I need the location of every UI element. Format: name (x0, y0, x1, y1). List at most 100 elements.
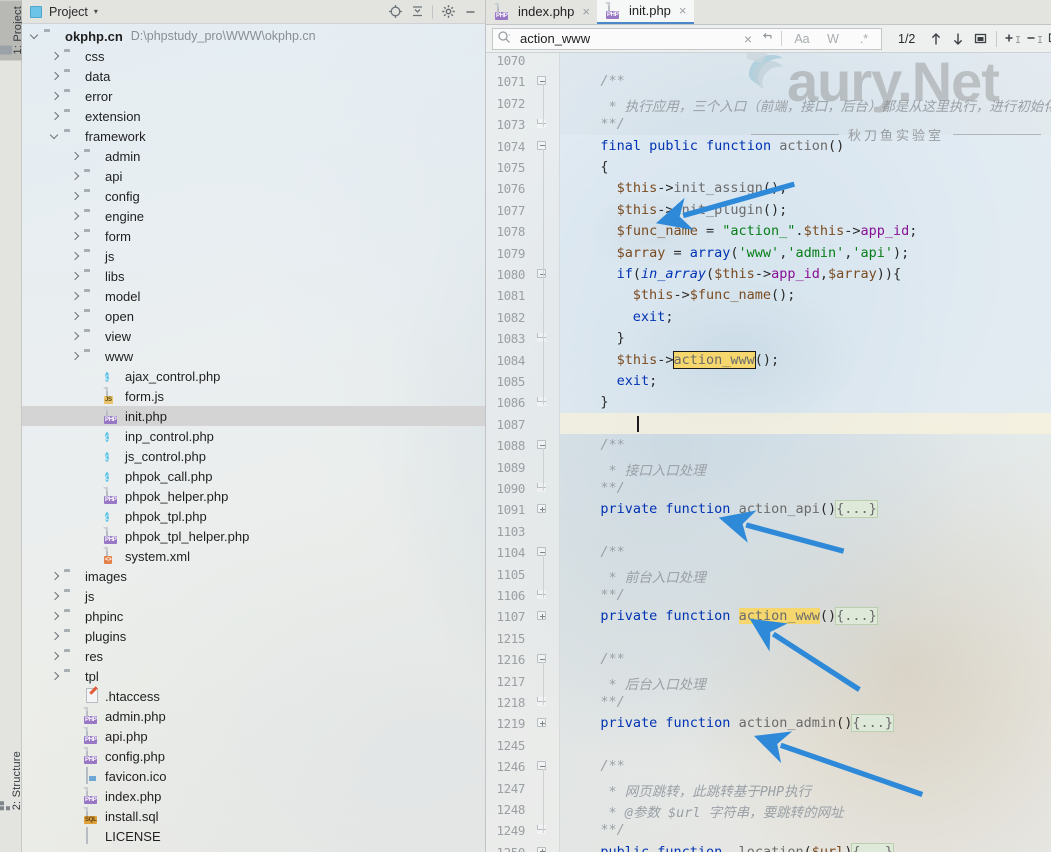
code-line[interactable]: $this->$func_name(); (560, 284, 1051, 305)
tree-item-inp-control-php[interactable]: cinp_control.php (22, 426, 485, 446)
code-line[interactable] (560, 53, 1051, 70)
tree-item-form-js[interactable]: JSform.js (22, 386, 485, 406)
folded-region[interactable]: {...} (852, 844, 893, 852)
folded-region[interactable]: {...} (836, 608, 877, 624)
clear-search-icon[interactable]: × (741, 31, 755, 47)
locate-icon[interactable] (384, 1, 406, 23)
code-line[interactable]: } (560, 391, 1051, 412)
tree-item-license[interactable]: LICENSE (22, 826, 485, 846)
tree-item-okphp-cn[interactable]: okphp.cnD:\phpstudy_pro\WWW\okphp.cn (22, 26, 485, 46)
tree-item-install-sql[interactable]: SQLinstall.sql (22, 806, 485, 826)
code-line[interactable]: * 后台入口处理 (560, 670, 1051, 691)
code-line[interactable] (560, 627, 1051, 648)
regex-toggle[interactable]: .* (851, 32, 877, 46)
tree-item-error[interactable]: error (22, 86, 485, 106)
chevron-down-icon[interactable] (50, 131, 61, 142)
tree-item--htaccess[interactable]: .htaccess (22, 686, 485, 706)
code-line[interactable]: private function action_api(){...} (560, 498, 1051, 519)
tree-item-admin-php[interactable]: PHPadmin.php (22, 706, 485, 726)
tree-item-framework[interactable]: framework (22, 126, 485, 146)
chevron-right-icon[interactable] (50, 571, 61, 582)
chevron-right-icon[interactable] (70, 211, 81, 222)
code-line[interactable]: * 执行应用，三个入口（前端，接口，后台）都是从这里执行，进行初始化处 (560, 92, 1051, 113)
chevron-right-icon[interactable] (70, 291, 81, 302)
tree-item-view[interactable]: view (22, 326, 485, 346)
gear-icon[interactable] (437, 1, 459, 23)
tree-item-images[interactable]: images (22, 566, 485, 586)
code-line[interactable]: * 网页跳转，此跳转基于PHP执行 (560, 777, 1051, 798)
code-line[interactable]: final public function action() (560, 135, 1051, 156)
chevron-right-icon[interactable] (50, 591, 61, 602)
code-line[interactable]: { (560, 156, 1051, 177)
expand-fold-icon[interactable] (537, 504, 548, 515)
editor-tab-init-php[interactable]: PHPinit.php× (597, 0, 694, 24)
tree-item-phpinc[interactable]: phpinc (22, 606, 485, 626)
chevron-right-icon[interactable] (70, 311, 81, 322)
select-all-occurrences-button[interactable] (1046, 28, 1051, 50)
code-line[interactable]: $this->init_plugin(); (560, 199, 1051, 220)
editor-tab-index-php[interactable]: PHPindex.php× (486, 0, 597, 24)
code-line[interactable]: /** (560, 434, 1051, 455)
tree-item-phpok-tpl-helper-php[interactable]: PHPphpok_tpl_helper.php (22, 526, 485, 546)
folded-region[interactable]: {...} (836, 501, 877, 517)
next-occurrence-button[interactable] (947, 28, 969, 50)
tree-item-res[interactable]: res (22, 646, 485, 666)
code-line[interactable]: private function action_www(){...} (560, 605, 1051, 626)
tree-item-config[interactable]: config (22, 186, 485, 206)
tree-item-css[interactable]: css (22, 46, 485, 66)
expand-fold-icon[interactable] (537, 611, 548, 622)
chevron-right-icon[interactable] (70, 171, 81, 182)
tree-item-data[interactable]: data (22, 66, 485, 86)
code-editor[interactable]: 1070107110721073107410751076107710781079… (486, 53, 1051, 852)
tree-item-engine[interactable]: engine (22, 206, 485, 226)
reset-icon[interactable] (760, 30, 774, 47)
tree-item-js[interactable]: js (22, 246, 485, 266)
line-number-gutter[interactable]: 1070107110721073107410751076107710781079… (486, 53, 560, 852)
tree-item-plugins[interactable]: plugins (22, 626, 485, 646)
tree-item-admin[interactable]: admin (22, 146, 485, 166)
tree-item-js-control-php[interactable]: cjs_control.php (22, 446, 485, 466)
words-toggle[interactable]: W (820, 32, 846, 46)
tree-item-index-php[interactable]: PHPindex.php (22, 786, 485, 806)
tree-item-extension[interactable]: extension (22, 106, 485, 126)
chevron-right-icon[interactable] (50, 111, 61, 122)
tree-item-init-php[interactable]: PHPinit.php (22, 406, 485, 426)
code-content[interactable]: /** * 执行应用，三个入口（前端，接口，后台）都是从这里执行，进行初始化处 **… (560, 53, 1051, 852)
tree-item-config-php[interactable]: PHPconfig.php (22, 746, 485, 766)
code-line[interactable]: $func_name = "action_".$this->app_id; (560, 220, 1051, 241)
match-case-toggle[interactable]: Aa (789, 32, 815, 46)
tree-item-api[interactable]: api (22, 166, 485, 186)
chevron-right-icon[interactable] (50, 91, 61, 102)
code-line[interactable]: * 接口入口处理 (560, 456, 1051, 477)
select-all-button[interactable] (969, 28, 991, 50)
code-line[interactable]: if(in_array($this->app_id,$array)){ (560, 263, 1051, 284)
code-line[interactable]: public function _location($url){...} (560, 841, 1051, 852)
tree-item-phpok-call-php[interactable]: cphpok_call.php (22, 466, 485, 486)
tree-item-phpok-helper-php[interactable]: PHPphpok_helper.php (22, 486, 485, 506)
expand-fold-icon[interactable] (537, 847, 548, 852)
tree-item-ajax-control-php[interactable]: cajax_control.php (22, 366, 485, 386)
code-line[interactable]: private function action_admin(){...} (560, 712, 1051, 733)
close-icon[interactable]: × (582, 4, 590, 19)
chevron-right-icon[interactable] (50, 651, 61, 662)
chevron-right-icon[interactable] (50, 671, 61, 682)
tree-item-favicon-ico[interactable]: favicon.ico (22, 766, 485, 786)
code-line[interactable]: /** (560, 541, 1051, 562)
chevron-down-icon[interactable] (30, 31, 41, 42)
sidebar-item-structure[interactable]: 2: Structure (0, 745, 22, 816)
code-line[interactable]: **/ (560, 819, 1051, 840)
chevron-right-icon[interactable] (70, 251, 81, 262)
search-input-value[interactable]: action_www (516, 31, 736, 46)
chevron-right-icon[interactable] (50, 51, 61, 62)
tree-item-open[interactable]: open (22, 306, 485, 326)
code-line[interactable]: $this->action_www(); (560, 349, 1051, 370)
tree-item-tpl[interactable]: tpl (22, 666, 485, 686)
tree-item-model[interactable]: model (22, 286, 485, 306)
chevron-right-icon[interactable] (50, 71, 61, 82)
tree-item-www[interactable]: www (22, 346, 485, 366)
chevron-right-icon[interactable] (70, 151, 81, 162)
code-line[interactable]: exit; (560, 306, 1051, 327)
code-line[interactable] (560, 413, 1051, 434)
chevron-right-icon[interactable] (70, 191, 81, 202)
minimize-icon[interactable] (459, 1, 481, 23)
